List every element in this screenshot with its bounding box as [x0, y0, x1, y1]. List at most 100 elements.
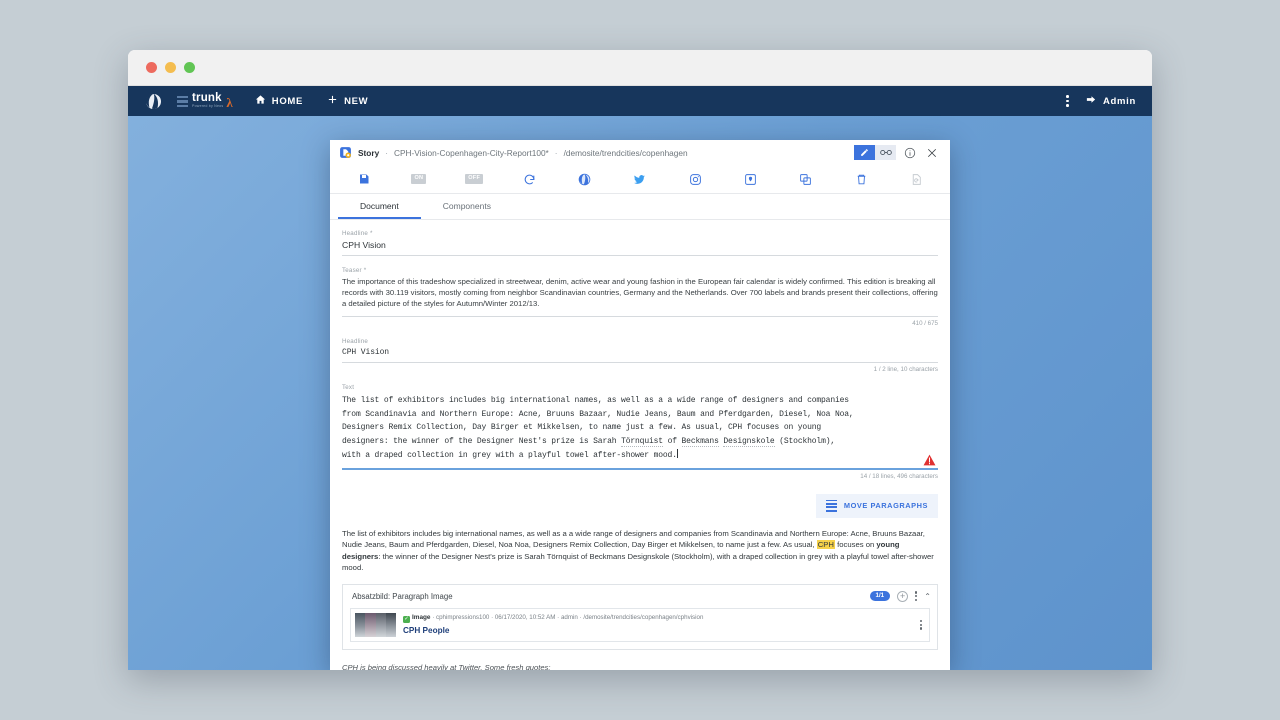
- nav-item-new[interactable]: NEW: [327, 94, 368, 108]
- asset-sep-3: ·: [557, 613, 560, 621]
- rendered-paragraph: The list of exhibitors includes big inte…: [342, 528, 938, 574]
- teaser-input[interactable]: The importance of this tradeshow special…: [342, 277, 938, 317]
- logout-arrow-icon: [1085, 94, 1097, 108]
- user-label: Admin: [1102, 95, 1136, 107]
- dialog-title: Story: [358, 147, 380, 158]
- asset-sep-1: ·: [432, 613, 435, 621]
- rendered-highlight: CPH: [816, 540, 835, 550]
- on-badge[interactable]: ON: [391, 165, 446, 193]
- chevron-up-icon[interactable]: ⌃: [924, 592, 931, 601]
- window-maximize-dot[interactable]: [184, 62, 195, 73]
- paragraph-image-title: Absatzbild: Paragraph Image: [352, 591, 453, 601]
- dialog-toolbar: ON OFF: [330, 165, 950, 194]
- field-headline-mono: Headline CPH Vision 1 / 2 line, 10 chara…: [342, 338, 938, 373]
- twitter-icon[interactable]: [612, 165, 667, 193]
- tab-components[interactable]: Components: [421, 194, 513, 219]
- warning-triangle-icon[interactable]: [923, 453, 936, 471]
- brand-bars-icon: [177, 95, 188, 108]
- footer-note: CPH is being discussed heavily at Twitte…: [342, 662, 551, 670]
- nav-item-new-label: NEW: [344, 95, 369, 107]
- move-paragraphs-row: MOVE PARAGRAPHS: [342, 493, 938, 518]
- kebab-menu-icon[interactable]: [919, 619, 922, 630]
- nav-right-group: Admin: [1066, 94, 1136, 108]
- plus-circle-icon[interactable]: +: [897, 590, 909, 602]
- text-caret: [676, 448, 678, 458]
- kebab-menu-icon[interactable]: [915, 591, 918, 602]
- window-minimize-dot[interactable]: [165, 62, 176, 73]
- close-x-icon[interactable]: [924, 145, 940, 161]
- headline-mono-input[interactable]: CPH Vision: [342, 348, 938, 363]
- paragraph-image-header-actions: 1/1 + ⌃: [869, 590, 931, 602]
- text-line-2: from Scandinavia and Northern Europe: Ac…: [342, 409, 854, 419]
- brand-name: trunk: [192, 91, 222, 104]
- tab-document-label: Document: [360, 201, 399, 211]
- dialog-form-body: Headline * CPH Vision Teaser * The impor…: [330, 220, 950, 670]
- move-paragraphs-label: MOVE PARAGRAPHS: [843, 501, 928, 511]
- dialog-tabs: Document Components: [330, 194, 950, 220]
- pin-icon[interactable]: [723, 165, 778, 193]
- kebab-menu-icon[interactable]: [1066, 95, 1069, 107]
- text-line-1: The list of exhibitors includes big inte…: [342, 395, 849, 405]
- tab-components-label: Components: [442, 201, 491, 211]
- asset-type: Image: [412, 613, 431, 621]
- user-menu-admin[interactable]: Admin: [1085, 94, 1136, 108]
- field-text-label: Text: [342, 383, 355, 391]
- asset-row-actions: [919, 619, 925, 630]
- paragraph-image-asset-row[interactable]: ✓ Image · cphimpressions100 · 06/17/2020,…: [350, 607, 930, 642]
- off-badge[interactable]: OFF: [447, 165, 502, 193]
- brand-logo[interactable]: trunk Powered by Neos λ: [177, 91, 233, 109]
- info-circle-icon[interactable]: [902, 145, 918, 161]
- text-counter: 14 / 18 lines, 496 characters: [860, 472, 938, 480]
- brand-tagline: Powered by Neos: [192, 104, 224, 109]
- refresh-icon[interactable]: [502, 165, 557, 193]
- headline-top-input[interactable]: CPH Vision: [342, 240, 938, 256]
- off-badge-label: OFF: [465, 174, 484, 184]
- edit-preview-toggle-group: [854, 145, 896, 160]
- field-teaser: Teaser * The importance of this tradesho…: [342, 267, 938, 327]
- copy-icon[interactable]: [778, 165, 833, 193]
- move-paragraphs-button[interactable]: MOVE PARAGRAPHS: [815, 493, 938, 518]
- nav-item-home-label: HOME: [271, 95, 304, 107]
- asset-identifier: cphimpressions100: [436, 613, 490, 621]
- save-icon[interactable]: [336, 165, 391, 193]
- text-textarea[interactable]: The list of exhibitors includes big inte…: [342, 394, 938, 470]
- story-document-icon: [339, 146, 352, 159]
- field-headline-top: Headline * CPH Vision: [342, 230, 938, 256]
- asset-path: /demosite/trendcities/copenhagen/cphvisi…: [583, 613, 704, 621]
- delete-icon[interactable]: [833, 165, 888, 193]
- tab-document[interactable]: Document: [338, 194, 421, 219]
- green-check-icon: ✓: [403, 615, 410, 623]
- asset-meta: ✓ Image · cphimpressions100 · 06/17/2020,…: [403, 613, 703, 637]
- asset-sep-2: ·: [491, 613, 494, 621]
- nav-item-home[interactable]: HOME: [255, 94, 303, 108]
- rendered-part-3: : the winner of the Designer Nest's priz…: [342, 551, 934, 573]
- history-icon[interactable]: [889, 165, 944, 193]
- text-line-5: with a draped collection in grey with a …: [342, 450, 677, 460]
- home-icon: [255, 94, 266, 108]
- globe-logo-icon[interactable]: [144, 92, 163, 111]
- browser-titlebar: [128, 50, 1152, 86]
- paragraph-image-header: Absatzbild: Paragraph Image 1/1 + ⌃: [343, 585, 937, 608]
- dialog-header-actions: [854, 145, 940, 161]
- field-headline-mono-label: Headline: [342, 337, 369, 345]
- browser-window: trunk Powered by Neos λ HOME NEW Admin S…: [128, 50, 1152, 670]
- list-lines-icon: [825, 499, 837, 512]
- window-close-dot[interactable]: [146, 62, 157, 73]
- misspelled-designskole: Designskole: [723, 437, 775, 448]
- rendered-part-2: focuses on: [834, 540, 877, 550]
- on-badge-label: ON: [411, 174, 427, 184]
- instagram-icon[interactable]: [668, 165, 723, 193]
- pencil-icon[interactable]: [854, 145, 875, 160]
- misspelled-tornquist: Törnquist: [621, 437, 663, 448]
- field-text: Text The list of exhibitors includes big…: [342, 384, 938, 480]
- dialog-title-sep: ·: [385, 147, 388, 158]
- story-editor-dialog: Story · CPH-Vision-Copenhagen-City-Repor…: [330, 140, 950, 670]
- glasses-icon[interactable]: [875, 145, 896, 160]
- misspelled-beckmans: Beckmans: [681, 437, 719, 448]
- asset-name: CPH People: [403, 625, 450, 635]
- dialog-subtitle: CPH-Vision-Copenhagen-City-Report100*: [393, 147, 549, 158]
- globe-publish-icon[interactable]: [557, 165, 612, 193]
- asset-sep-4: ·: [579, 613, 582, 621]
- text-line-4g: (Stockholm),: [774, 437, 836, 447]
- app-navigation-bar: trunk Powered by Neos λ HOME NEW Admin: [128, 86, 1152, 116]
